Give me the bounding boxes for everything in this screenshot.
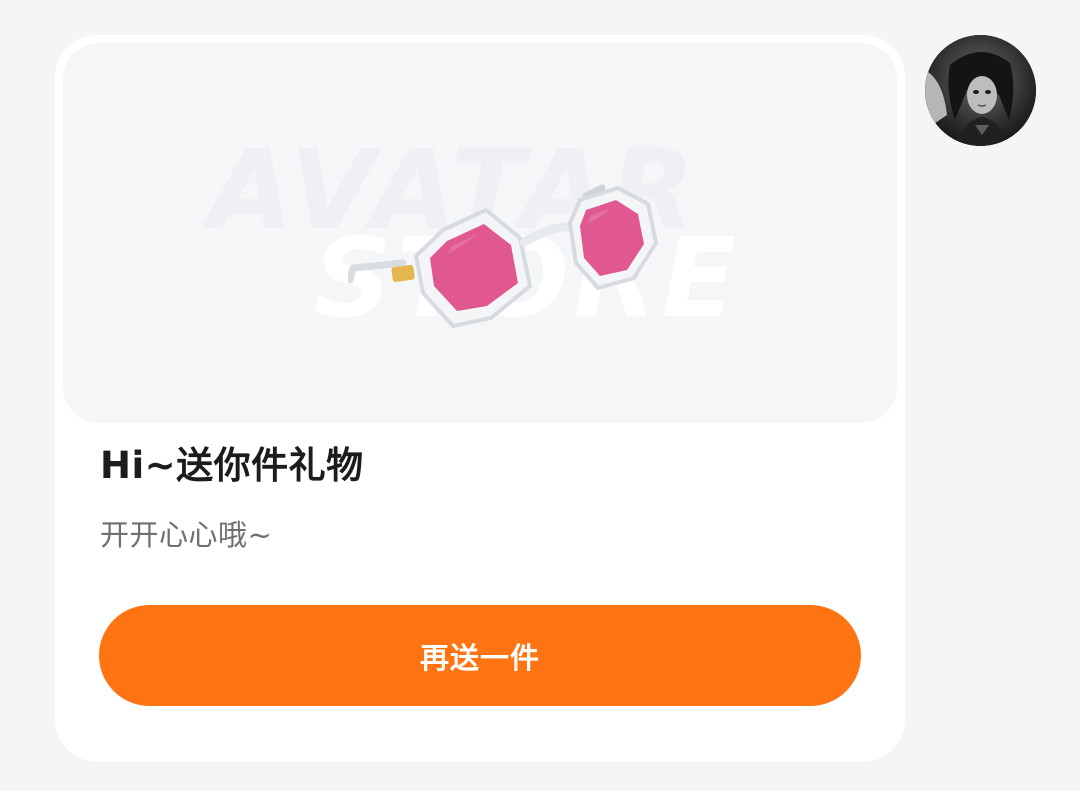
gift-message: 开开心心哦~: [100, 518, 273, 552]
sunglasses-icon: [348, 184, 659, 329]
chat-screen: AVATAR STORE: [0, 0, 1080, 791]
avatar-portrait-icon: [925, 35, 1036, 146]
sender-avatar[interactable]: [925, 35, 1036, 146]
gift-title: Hi~送你件礼物: [100, 444, 364, 487]
send-again-button[interactable]: 再送一件: [99, 605, 861, 706]
gift-preview: AVATAR STORE: [63, 43, 897, 423]
gift-message-card[interactable]: AVATAR STORE: [55, 35, 905, 762]
